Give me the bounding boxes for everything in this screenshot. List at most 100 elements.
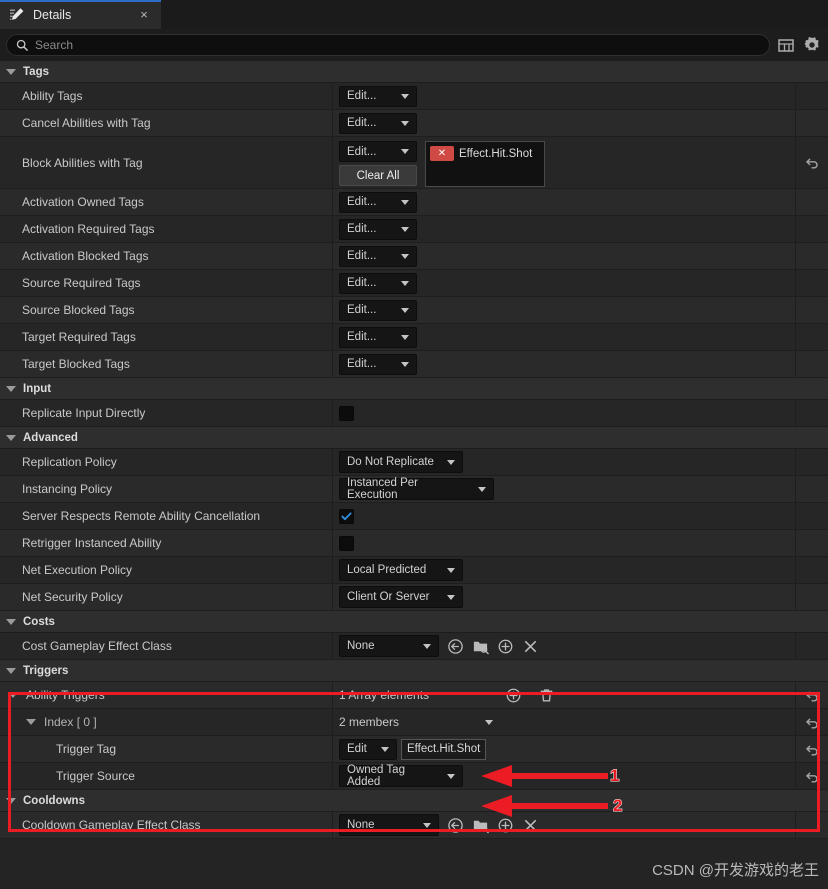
clear-all-button[interactable]: Clear All (339, 165, 417, 186)
reset-to-default-icon[interactable] (805, 742, 820, 757)
edit-tags-button[interactable]: Edit... (339, 299, 417, 321)
edit-tags-button[interactable]: Edit... (339, 326, 417, 348)
section-header-tags[interactable]: Tags (0, 61, 828, 83)
clear-asset-icon[interactable] (522, 638, 539, 655)
row-cooldown-gameplay-effect-class: Cooldown Gameplay Effect Class None (0, 812, 828, 839)
reset-cell (795, 83, 828, 109)
edit-tags-button[interactable]: Edit... (339, 245, 417, 267)
dropdown-net-security-policy[interactable]: Client Or Server (339, 586, 463, 608)
browse-to-asset-icon[interactable] (472, 638, 489, 655)
edit-tags-button[interactable]: Edit... (339, 85, 417, 107)
reset-cell (795, 400, 828, 426)
new-asset-icon[interactable] (497, 817, 514, 834)
asset-picker-cooldown-gameplay-effect-class[interactable]: None (339, 814, 439, 836)
checkbox-replicate-input-directly[interactable] (339, 405, 354, 421)
dropdown-trigger-source[interactable]: Owned Tag Added (339, 764, 463, 788)
chevron-down-icon (6, 618, 16, 625)
row-index-0: Index [ 0 ] 2 members (0, 709, 828, 736)
delete-array-icon[interactable] (538, 687, 555, 704)
row-activation-required-tags: Activation Required Tags Edit... (0, 216, 828, 243)
reset-cell (795, 297, 828, 323)
chevron-down-icon (6, 797, 16, 804)
asset-picker-cost-gameplay-effect-class[interactable]: None (339, 635, 439, 657)
property-name: Cancel Abilities with Tag (0, 110, 333, 136)
search-input[interactable]: Search (6, 34, 770, 56)
chevron-down-icon (381, 746, 389, 752)
details-pencil-icon (10, 7, 24, 20)
chevron-down-icon (401, 226, 409, 232)
reset-cell (795, 110, 828, 136)
chevron-down-icon[interactable] (26, 719, 36, 725)
section-title: Input (23, 382, 52, 395)
column-layout-icon[interactable] (776, 35, 796, 55)
reset-to-default-icon[interactable] (805, 688, 820, 703)
checkbox-retrigger-instanced-ability[interactable] (339, 535, 354, 551)
dropdown-instancing-policy[interactable]: Instanced Per Execution (339, 477, 494, 501)
browse-to-asset-icon[interactable] (472, 817, 489, 834)
edit-tags-button[interactable]: Edit... (339, 218, 417, 240)
property-name: Ability Triggers (0, 682, 333, 708)
reset-cell (795, 503, 828, 529)
row-server-respects-remote-ability-cancellation: Server Respects Remote Ability Cancellat… (0, 503, 828, 530)
property-name: Target Blocked Tags (0, 351, 333, 377)
property-value: Client Or Server (333, 584, 795, 610)
tab-details[interactable]: Details × (0, 0, 161, 29)
use-selected-asset-icon[interactable] (447, 638, 464, 655)
dropdown-replication-policy[interactable]: Do Not Replicate (339, 451, 463, 473)
property-value: Edit... Clear All ✕ Effect.Hit.Shot (333, 137, 795, 188)
reset-cell (795, 449, 828, 475)
property-value: Edit... (333, 324, 795, 350)
tag-chip-label: Effect.Hit.Shot (459, 147, 533, 160)
edit-tags-button[interactable]: Edit... (339, 272, 417, 294)
close-icon[interactable]: × (137, 7, 151, 22)
settings-gear-icon[interactable] (802, 35, 822, 55)
chevron-down-icon (447, 594, 455, 600)
tab-title: Details (33, 7, 72, 22)
property-value: Owned Tag Added (333, 763, 795, 789)
reset-to-default-icon[interactable] (805, 715, 820, 730)
clear-asset-icon[interactable] (522, 817, 539, 834)
property-value: Do Not Replicate (333, 449, 795, 475)
chevron-down-icon[interactable] (8, 692, 18, 698)
section-header-cooldowns[interactable]: Cooldowns (0, 790, 828, 812)
reset-to-default-icon[interactable] (805, 155, 820, 170)
section-header-costs[interactable]: Costs (0, 611, 828, 633)
chevron-down-icon (401, 199, 409, 205)
reset-cell (795, 137, 828, 188)
reset-cell (795, 736, 828, 762)
property-name: Net Security Policy (0, 584, 333, 610)
row-block-abilities-with-tag: Block Abilities with Tag Edit... Clear A… (0, 137, 828, 189)
reset-cell (795, 557, 828, 583)
property-value: None (333, 633, 795, 659)
chevron-down-icon (401, 149, 409, 154)
edit-tags-button[interactable]: Edit... (339, 112, 417, 134)
reset-cell (795, 709, 828, 735)
section-header-input[interactable]: Input (0, 378, 828, 400)
trigger-tag-value[interactable]: Effect.Hit.Shot (401, 738, 487, 760)
row-ability-tags: Ability Tags Edit... (0, 83, 828, 110)
use-selected-asset-icon[interactable] (447, 817, 464, 834)
property-name: Trigger Tag (0, 736, 333, 762)
edit-trigger-tag-button[interactable]: Edit (339, 738, 397, 760)
row-target-required-tags: Target Required Tags Edit... (0, 324, 828, 351)
remove-tag-icon[interactable]: ✕ (430, 146, 454, 161)
section-header-triggers[interactable]: Triggers (0, 660, 828, 682)
chevron-down-icon (401, 361, 409, 367)
add-array-element-icon[interactable] (505, 687, 522, 704)
property-value: Edit... (333, 270, 795, 296)
chevron-down-icon[interactable] (485, 719, 494, 725)
tab-bar: Details × (0, 0, 828, 29)
reset-to-default-icon[interactable] (805, 769, 820, 784)
checkbox-server-respects-remote-ability-cancellation[interactable] (339, 508, 354, 524)
edit-tags-button[interactable]: Edit... (339, 141, 417, 162)
array-element-count: 1 Array elements (339, 688, 430, 702)
property-name: Retrigger Instanced Ability (0, 530, 333, 556)
section-header-advanced[interactable]: Advanced (0, 427, 828, 449)
property-name: Trigger Source (0, 763, 333, 789)
new-asset-icon[interactable] (497, 638, 514, 655)
check-icon (341, 511, 352, 520)
edit-tags-button[interactable]: Edit... (339, 191, 417, 213)
edit-tags-button[interactable]: Edit... (339, 353, 417, 375)
reset-cell (795, 584, 828, 610)
dropdown-net-execution-policy[interactable]: Local Predicted (339, 559, 463, 581)
